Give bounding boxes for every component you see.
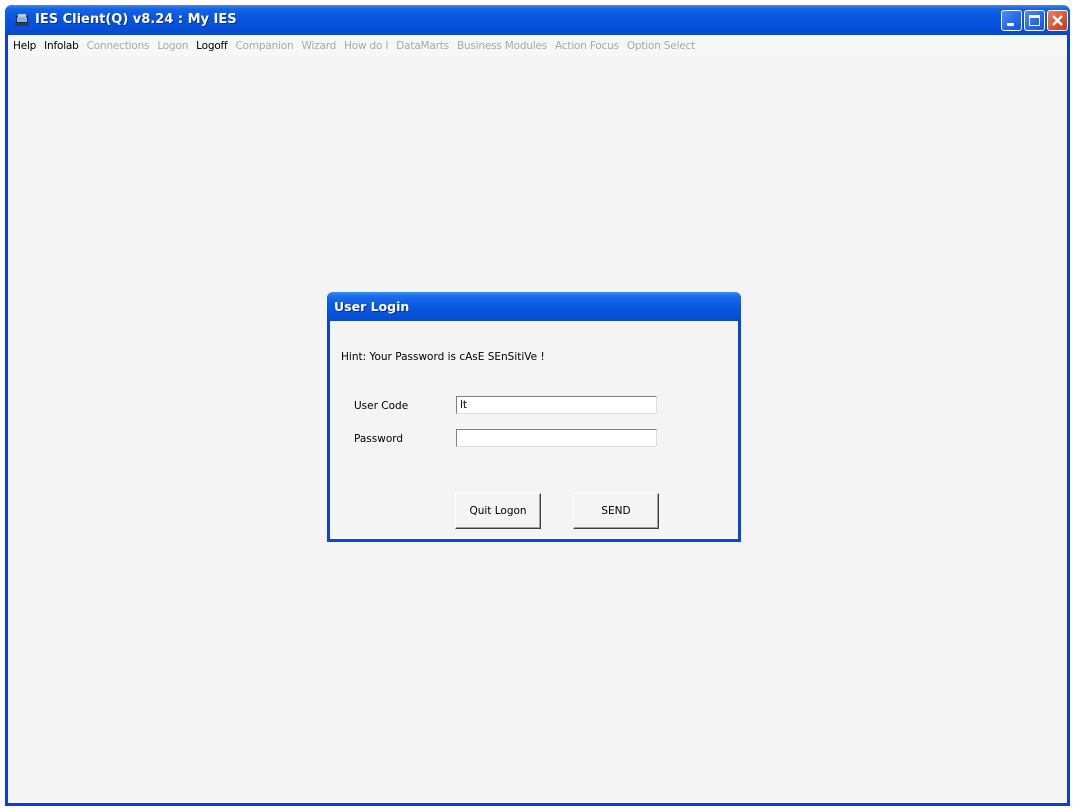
- menu-item-business-modules: Business Modules: [456, 39, 548, 52]
- menu-item-companion: Companion: [235, 39, 294, 52]
- app-icon: [15, 14, 29, 26]
- user-login-dialog: User Login Hint: Your Password is cAsE S…: [327, 292, 741, 542]
- menu-item-option-select: Option Select: [626, 39, 696, 52]
- password-hint: Hint: Your Password is cAsE SEnSitiVe !: [341, 351, 545, 363]
- menu-item-help[interactable]: Help: [13, 40, 36, 52]
- password-input[interactable]: [456, 429, 657, 447]
- client-area: Help Infolab Connections Logon Logoff Co…: [8, 35, 1067, 803]
- menu-item-infolab[interactable]: Infolab: [44, 40, 79, 52]
- dialog-body: Hint: Your Password is cAsE SEnSitiVe ! …: [330, 321, 738, 539]
- menu-item-how-do-i: How do I: [344, 39, 389, 52]
- dialog-title: User Login: [334, 299, 410, 314]
- menu-bar: Help Infolab Connections Logon Logoff Co…: [8, 35, 1067, 56]
- menu-item-connections: Connections: [86, 39, 150, 52]
- minimize-icon: [1007, 23, 1014, 26]
- menu-item-logoff[interactable]: Logoff: [196, 40, 228, 52]
- menu-item-logon: Logon: [157, 39, 189, 52]
- quit-logon-button[interactable]: Quit Logon: [455, 493, 541, 529]
- password-label: Password: [354, 433, 404, 445]
- close-icon: [1052, 15, 1063, 26]
- maximize-icon: [1029, 15, 1040, 26]
- menu-item-action-focus: Action Focus: [555, 39, 619, 52]
- window-title: IES Client(Q) v8.24 : My IES: [35, 12, 237, 27]
- minimize-button[interactable]: [1001, 10, 1022, 31]
- user-code-label: User Code: [354, 400, 409, 412]
- user-code-input[interactable]: [456, 396, 657, 414]
- send-button[interactable]: SEND: [573, 493, 659, 529]
- app-window: IES Client(Q) v8.24 : My IES Help Infola…: [5, 5, 1070, 806]
- menu-item-wizard: Wizard: [301, 39, 337, 52]
- menu-item-datamarts: DataMarts: [396, 39, 449, 52]
- close-button[interactable]: [1047, 10, 1068, 31]
- title-bar[interactable]: IES Client(Q) v8.24 : My IES: [5, 5, 1070, 35]
- dialog-title-bar[interactable]: User Login: [327, 292, 741, 321]
- maximize-button[interactable]: [1024, 10, 1045, 31]
